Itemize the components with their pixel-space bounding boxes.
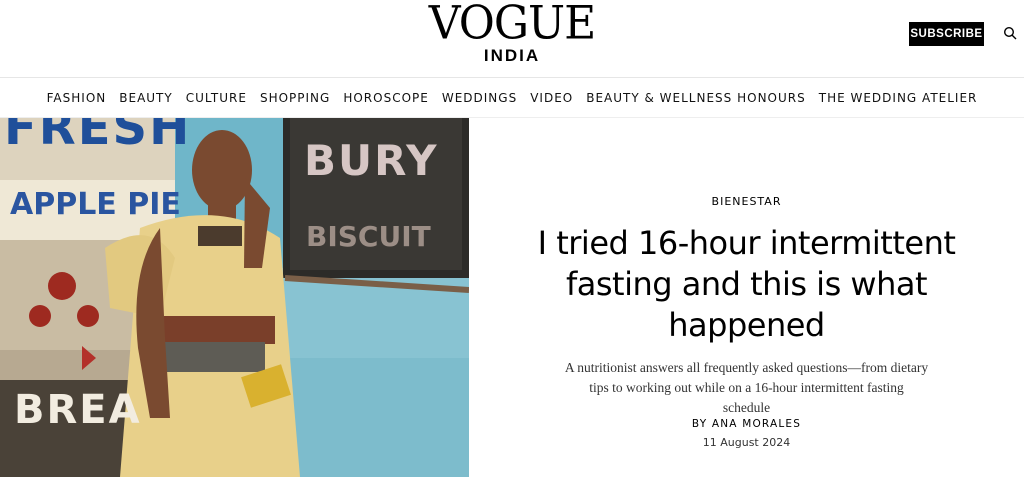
hero-sign-text: FRESH xyxy=(4,118,192,156)
hero-image[interactable]: FRESH APPLE PIE BURY BISCUIT BREA xyxy=(0,118,469,477)
nav-item-video[interactable]: VIDEO xyxy=(530,91,573,105)
article-dek: A nutritionist answers all frequently as… xyxy=(564,360,929,415)
subscribe-button[interactable]: SUBSCRIBE xyxy=(909,22,984,46)
nav-item-weddings[interactable]: WEDDINGS xyxy=(442,91,517,105)
article-byline[interactable]: BY ANA MORALES xyxy=(469,418,1024,430)
article-category[interactable]: BIENESTAR xyxy=(469,195,1024,208)
search-icon[interactable] xyxy=(1003,26,1017,40)
hero-sign-text: APPLE PIE xyxy=(10,187,181,222)
nav-item-fashion[interactable]: FASHION xyxy=(47,91,107,105)
logo-wordmark: VOGUE xyxy=(428,0,596,51)
nav-item-beauty-wellness-honours[interactable]: BEAUTY & WELLNESS HONOURS xyxy=(586,91,806,105)
nav-item-horoscope[interactable]: HOROSCOPE xyxy=(343,91,429,105)
hero-sign-text: BISCUIT xyxy=(306,220,431,253)
nav-item-shopping[interactable]: SHOPPING xyxy=(260,91,330,105)
hero-sign-text: BREA xyxy=(14,387,142,433)
main-nav: FASHION BEAUTY CULTURE SHOPPING HOROSCOP… xyxy=(0,78,1024,118)
site-header: VOGUE INDIA SUBSCRIBE xyxy=(0,0,1024,78)
hero-sign-text: BURY xyxy=(304,136,439,185)
article-headline[interactable]: I tried 16-hour intermittent fasting and… xyxy=(509,223,984,346)
nav-item-culture[interactable]: CULTURE xyxy=(186,91,247,105)
nav-item-wedding-atelier[interactable]: THE WEDDING ATELIER xyxy=(819,91,978,105)
article-date: 11 August 2024 xyxy=(702,436,791,449)
nav-item-beauty[interactable]: BEAUTY xyxy=(119,91,172,105)
article-panel: BIENESTAR I tried 16-hour intermittent f… xyxy=(469,118,1024,477)
site-logo[interactable]: VOGUE INDIA xyxy=(0,0,1024,66)
